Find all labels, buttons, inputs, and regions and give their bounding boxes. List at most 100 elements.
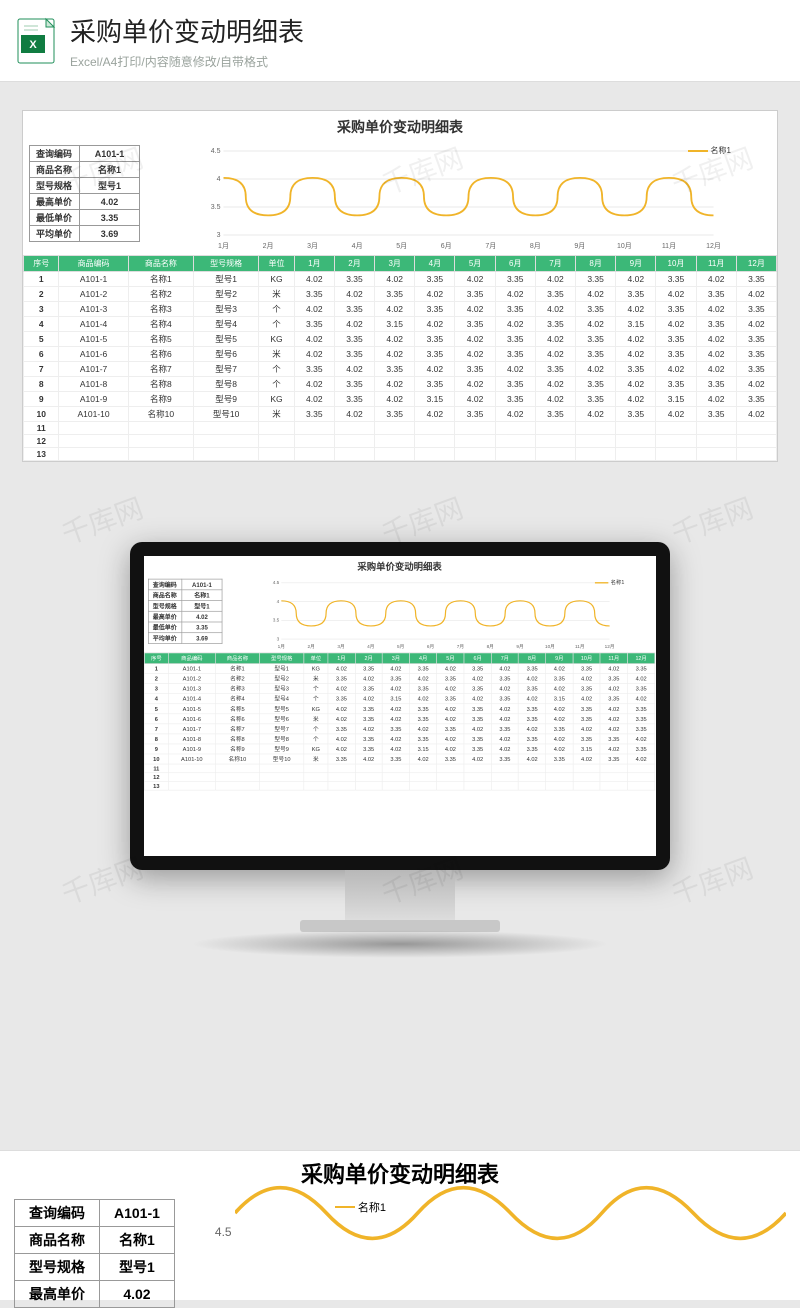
- spreadsheet-preview-small: 采购单价变动明细表查询编码A101-1商品名称名称1型号规格型号1最高单价4.0…: [144, 556, 655, 791]
- info-value: 3.69: [80, 226, 140, 242]
- info-row: 商品名称名称1: [15, 1227, 175, 1254]
- svg-text:8月: 8月: [530, 242, 541, 250]
- info-label: 型号规格: [148, 601, 182, 612]
- info-value: 3.35: [182, 622, 222, 633]
- table-row: 13: [144, 781, 654, 790]
- svg-text:11月: 11月: [662, 242, 676, 250]
- table-header: 1月: [294, 256, 334, 272]
- table-header: 4月: [415, 256, 455, 272]
- svg-text:2月: 2月: [308, 644, 315, 650]
- info-label: 最低单价: [30, 210, 80, 226]
- table-header: 5月: [455, 256, 495, 272]
- svg-text:11月: 11月: [575, 644, 585, 650]
- table-header: 型号规格: [193, 256, 258, 272]
- table-row: 3A101-3名称3型号3个4.023.354.023.354.023.354.…: [24, 302, 777, 317]
- info-label: 最高单价: [148, 611, 182, 622]
- page-subtitle: Excel/A4打印/内容随意修改/自带格式: [70, 53, 784, 70]
- svg-text:4月: 4月: [352, 242, 363, 250]
- info-label: 最高单价: [30, 194, 80, 210]
- table-header: 序号: [144, 653, 168, 664]
- price-chart: 名称1 33.544.51月2月3月4月5月6月7月8月9月10月11月12月: [148, 141, 771, 251]
- table-row: 1A101-1名称1型号1KG4.023.354.023.354.023.354…: [24, 272, 777, 287]
- info-row: 商品名称名称1: [148, 590, 222, 601]
- table-header: 9月: [546, 653, 573, 664]
- table-header: 10月: [656, 256, 696, 272]
- legend-label: 名称1: [711, 145, 731, 156]
- table-header: 7月: [535, 256, 575, 272]
- info-value: 型号1: [80, 178, 140, 194]
- info-label: 型号规格: [30, 178, 80, 194]
- table-row: 9A101-9名称9型号9KG4.023.354.023.154.023.354…: [144, 744, 654, 754]
- svg-text:3月: 3月: [337, 644, 344, 650]
- svg-text:1月: 1月: [218, 242, 229, 250]
- info-row: 最低单价3.35: [148, 622, 222, 633]
- info-value: 4.02: [80, 194, 140, 210]
- svg-text:4: 4: [217, 176, 221, 183]
- svg-text:X: X: [29, 39, 37, 51]
- info-value: 名称1: [100, 1227, 175, 1254]
- info-value: 型号1: [182, 601, 222, 612]
- svg-text:4: 4: [277, 599, 280, 604]
- info-label: 查询编码: [148, 579, 182, 590]
- table-row: 9A101-9名称9型号9KG4.023.354.023.154.023.354…: [24, 392, 777, 407]
- svg-text:6月: 6月: [427, 644, 434, 650]
- table-header: 2月: [334, 256, 374, 272]
- table-header: 8月: [576, 256, 616, 272]
- info-row: 最高单价4.02: [15, 1281, 175, 1308]
- info-value: 4.02: [100, 1281, 175, 1308]
- svg-text:12月: 12月: [706, 242, 721, 250]
- table-row: 12: [144, 773, 654, 782]
- page-title: 采购单价变动明细表: [70, 12, 784, 49]
- svg-text:4.5: 4.5: [211, 148, 221, 155]
- info-row: 最低单价3.35: [30, 210, 140, 226]
- info-value: 3.69: [182, 633, 222, 644]
- svg-text:5月: 5月: [396, 242, 407, 250]
- table-row: 11: [24, 422, 777, 435]
- spreadsheet-preview: 采购单价变动明细表查询编码A101-1商品名称名称1型号规格型号1最高单价4.0…: [22, 110, 778, 462]
- table-header: 11月: [600, 653, 627, 664]
- svg-text:1月: 1月: [278, 644, 285, 650]
- info-row: 平均单价3.69: [148, 633, 222, 644]
- svg-text:6月: 6月: [441, 242, 452, 250]
- info-value: 名称1: [80, 162, 140, 178]
- info-label: 平均单价: [148, 633, 182, 644]
- info-value: 3.35: [80, 210, 140, 226]
- info-table: 查询编码A101-1商品名称名称1型号规格型号1最高单价4.02: [14, 1199, 175, 1308]
- sheet-title: 采购单价变动明细表: [144, 556, 655, 575]
- table-row: 1A101-1名称1型号1KG4.023.354.023.354.023.354…: [144, 664, 654, 674]
- info-row: 型号规格型号1: [30, 178, 140, 194]
- table-row: 6A101-6名称6型号6米4.023.354.023.354.023.354.…: [24, 347, 777, 362]
- svg-text:12月: 12月: [605, 644, 615, 650]
- info-value: A101-1: [182, 579, 222, 590]
- info-label: 型号规格: [15, 1254, 100, 1281]
- svg-text:3.5: 3.5: [211, 204, 221, 211]
- table-header: 6月: [495, 256, 535, 272]
- svg-text:7月: 7月: [485, 242, 496, 250]
- legend-label: 名称1: [611, 579, 625, 586]
- chart-fragment: 名称1 4.5: [215, 1195, 786, 1285]
- table-header: 12月: [627, 653, 654, 664]
- table-row: 2A101-2名称2型号2米3.354.023.354.023.354.023.…: [144, 674, 654, 684]
- svg-text:5月: 5月: [397, 644, 404, 650]
- info-row: 平均单价3.69: [30, 226, 140, 242]
- info-table: 查询编码A101-1商品名称名称1型号规格型号1最高单价4.02最低单价3.35…: [29, 145, 140, 242]
- info-label: 查询编码: [30, 146, 80, 162]
- svg-text:10月: 10月: [545, 644, 555, 650]
- svg-text:2月: 2月: [263, 242, 274, 250]
- table-header: 商品名称: [215, 653, 259, 664]
- svg-text:3: 3: [217, 232, 221, 239]
- table-header: 序号: [24, 256, 59, 272]
- info-row: 型号规格型号1: [148, 601, 222, 612]
- svg-text:8月: 8月: [487, 644, 494, 650]
- table-row: 5A101-5名称5型号5KG4.023.354.023.354.023.354…: [24, 332, 777, 347]
- price-data-table: 序号商品编码商品名称型号规格单位1月2月3月4月5月6月7月8月9月10月11月…: [23, 255, 777, 461]
- info-label: 商品名称: [148, 590, 182, 601]
- chart-legend: 名称1: [595, 579, 624, 586]
- svg-text:7月: 7月: [457, 644, 464, 650]
- svg-text:9月: 9月: [516, 644, 523, 650]
- price-data-table: 序号商品编码商品名称型号规格单位1月2月3月4月5月6月7月8月9月10月11月…: [144, 652, 655, 790]
- table-row: 12: [24, 435, 777, 448]
- svg-text:3: 3: [277, 636, 280, 641]
- info-table: 查询编码A101-1商品名称名称1型号规格型号1最高单价4.02最低单价3.35…: [148, 579, 222, 644]
- excel-file-icon: X: [16, 17, 56, 65]
